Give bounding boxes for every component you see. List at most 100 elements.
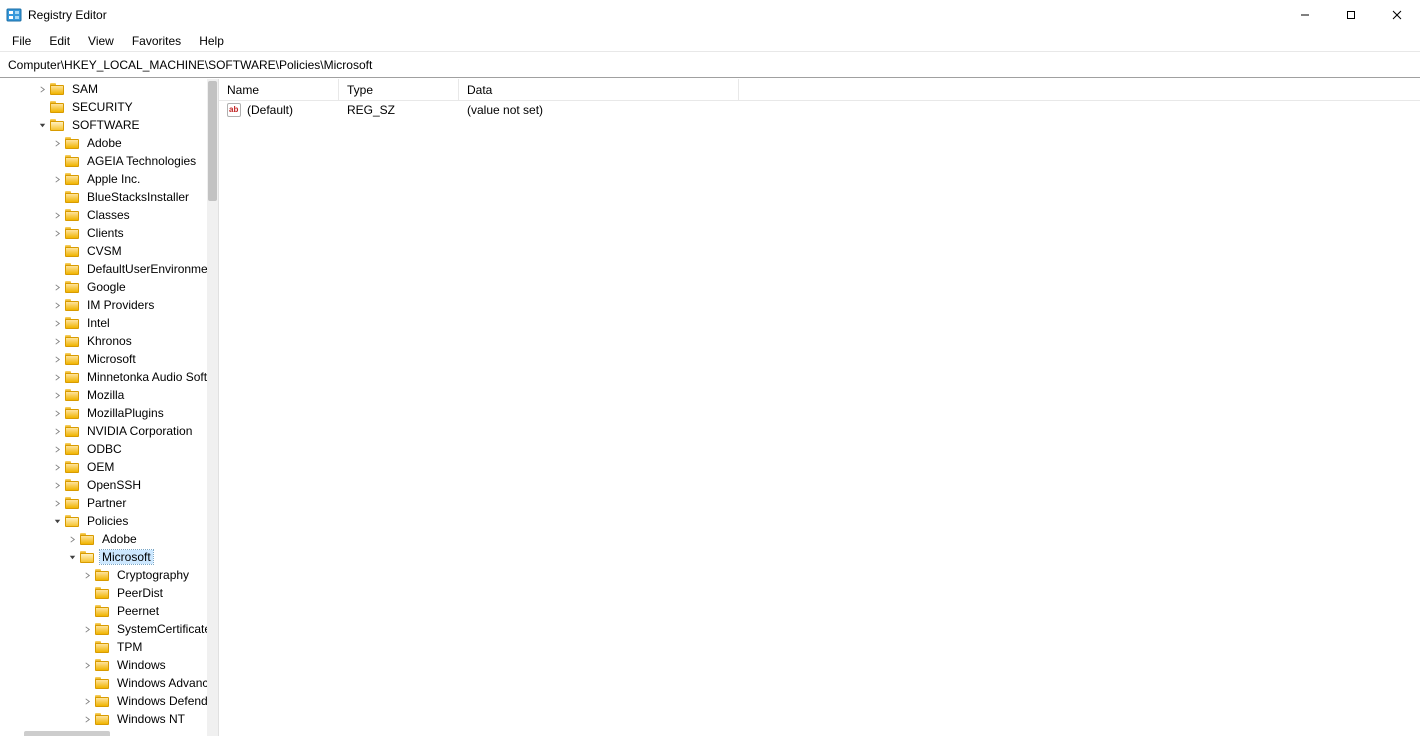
tree-item[interactable]: Google [0,278,207,296]
tree-item[interactable]: Microsoft [0,548,207,566]
value-row[interactable]: (Default)REG_SZ(value not set) [219,101,1420,119]
tree-item-label: OEM [85,460,116,474]
tree-item[interactable]: Windows Advanced Threat Protection [0,674,207,692]
address-bar[interactable]: Computer\HKEY_LOCAL_MACHINE\SOFTWARE\Pol… [0,52,1420,78]
tree-item[interactable]: BlueStacksInstaller [0,188,207,206]
tree-item[interactable]: Partner [0,494,207,512]
tree-item-label: Adobe [100,532,139,546]
tree-item[interactable]: Peernet [0,602,207,620]
chevron-down-icon[interactable] [64,549,80,565]
chevron-right-icon[interactable] [79,567,95,583]
expander-none [79,603,95,619]
tree-item[interactable]: PeerDist [0,584,207,602]
chevron-right-icon[interactable] [49,477,65,493]
tree-item[interactable]: SECURITY [0,98,207,116]
column-type[interactable]: Type [339,79,459,100]
tree-item[interactable]: Windows Defender [0,692,207,710]
chevron-right-icon[interactable] [49,333,65,349]
tree-item[interactable]: Classes [0,206,207,224]
close-button[interactable] [1374,0,1420,30]
tree-item[interactable]: SystemCertificates [0,620,207,638]
tree-item-label: AGEIA Technologies [85,154,198,168]
tree-item[interactable]: Adobe [0,134,207,152]
value-type: REG_SZ [347,103,395,117]
chevron-right-icon[interactable] [79,711,95,727]
tree-item[interactable]: Windows [0,656,207,674]
menu-help[interactable]: Help [191,32,232,50]
chevron-right-icon[interactable] [49,441,65,457]
tree-item-label: MozillaPlugins [85,406,166,420]
horizontal-scrollbar-thumb[interactable] [24,731,110,736]
main-pane: SAM SECURITY SOFTWARE Adobe AGEIA Technologi… [0,78,1420,736]
chevron-down-icon[interactable] [34,117,50,133]
vertical-scrollbar[interactable] [207,79,218,736]
tree-item[interactable]: Cryptography [0,566,207,584]
folder-icon [80,550,96,564]
chevron-right-icon[interactable] [49,225,65,241]
tree-item[interactable]: Mozilla [0,386,207,404]
tree-item[interactable]: SOFTWARE [0,116,207,134]
tree-item[interactable]: MozillaPlugins [0,404,207,422]
menubar: FileEditViewFavoritesHelp [0,30,1420,52]
chevron-down-icon[interactable] [49,513,65,529]
tree-item[interactable]: DefaultUserEnvironment [0,260,207,278]
tree-item[interactable]: SAM [0,80,207,98]
menu-file[interactable]: File [4,32,39,50]
maximize-button[interactable] [1328,0,1374,30]
tree-item[interactable]: Policies [0,512,207,530]
folder-icon [95,604,111,618]
tree-item[interactable]: Minnetonka Audio Software [0,368,207,386]
chevron-right-icon[interactable] [49,459,65,475]
tree-item[interactable]: Microsoft [0,350,207,368]
chevron-right-icon[interactable] [49,387,65,403]
folder-icon [65,334,81,348]
tree-item-label: DefaultUserEnvironment [85,262,207,276]
menu-favorites[interactable]: Favorites [124,32,189,50]
tree-item-label: SECURITY [70,100,135,114]
chevron-right-icon[interactable] [49,207,65,223]
tree-item[interactable]: OpenSSH [0,476,207,494]
registry-tree[interactable]: SAM SECURITY SOFTWARE Adobe AGEIA Technologi… [0,79,207,728]
chevron-right-icon[interactable] [49,171,65,187]
tree-item[interactable]: NVIDIA Corporation [0,422,207,440]
chevron-right-icon[interactable] [49,351,65,367]
tree-item[interactable]: IM Providers [0,296,207,314]
menu-edit[interactable]: Edit [41,32,78,50]
tree-item[interactable]: Windows NT [0,710,207,728]
column-name[interactable]: Name [219,79,339,100]
folder-icon [95,568,111,582]
tree-item[interactable]: Apple Inc. [0,170,207,188]
tree-item-label: Microsoft [100,550,153,564]
chevron-right-icon[interactable] [49,297,65,313]
tree-item-label: Windows Advanced Threat Protection [115,676,207,690]
tree-item[interactable]: OEM [0,458,207,476]
chevron-right-icon[interactable] [79,621,95,637]
chevron-right-icon[interactable] [49,369,65,385]
chevron-right-icon[interactable] [49,405,65,421]
tree-item[interactable]: ODBC [0,440,207,458]
chevron-right-icon[interactable] [49,135,65,151]
chevron-right-icon[interactable] [49,315,65,331]
tree-item[interactable]: TPM [0,638,207,656]
tree-item[interactable]: Khronos [0,332,207,350]
chevron-right-icon[interactable] [49,279,65,295]
tree-item[interactable]: Clients [0,224,207,242]
tree-item[interactable]: CVSM [0,242,207,260]
tree-item[interactable]: Adobe [0,530,207,548]
column-data[interactable]: Data [459,79,739,100]
chevron-right-icon[interactable] [34,81,50,97]
string-value-icon [227,103,243,117]
chevron-right-icon[interactable] [79,657,95,673]
minimize-button[interactable] [1282,0,1328,30]
tree-item[interactable]: Intel [0,314,207,332]
list-body[interactable]: (Default)REG_SZ(value not set) [219,101,1420,119]
folder-icon [95,658,111,672]
menu-view[interactable]: View [80,32,122,50]
chevron-right-icon[interactable] [64,531,80,547]
tree-item-label: Adobe [85,136,124,150]
chevron-right-icon[interactable] [49,423,65,439]
tree-item[interactable]: AGEIA Technologies [0,152,207,170]
chevron-right-icon[interactable] [49,495,65,511]
chevron-right-icon[interactable] [79,693,95,709]
scrollbar-thumb[interactable] [208,81,217,201]
